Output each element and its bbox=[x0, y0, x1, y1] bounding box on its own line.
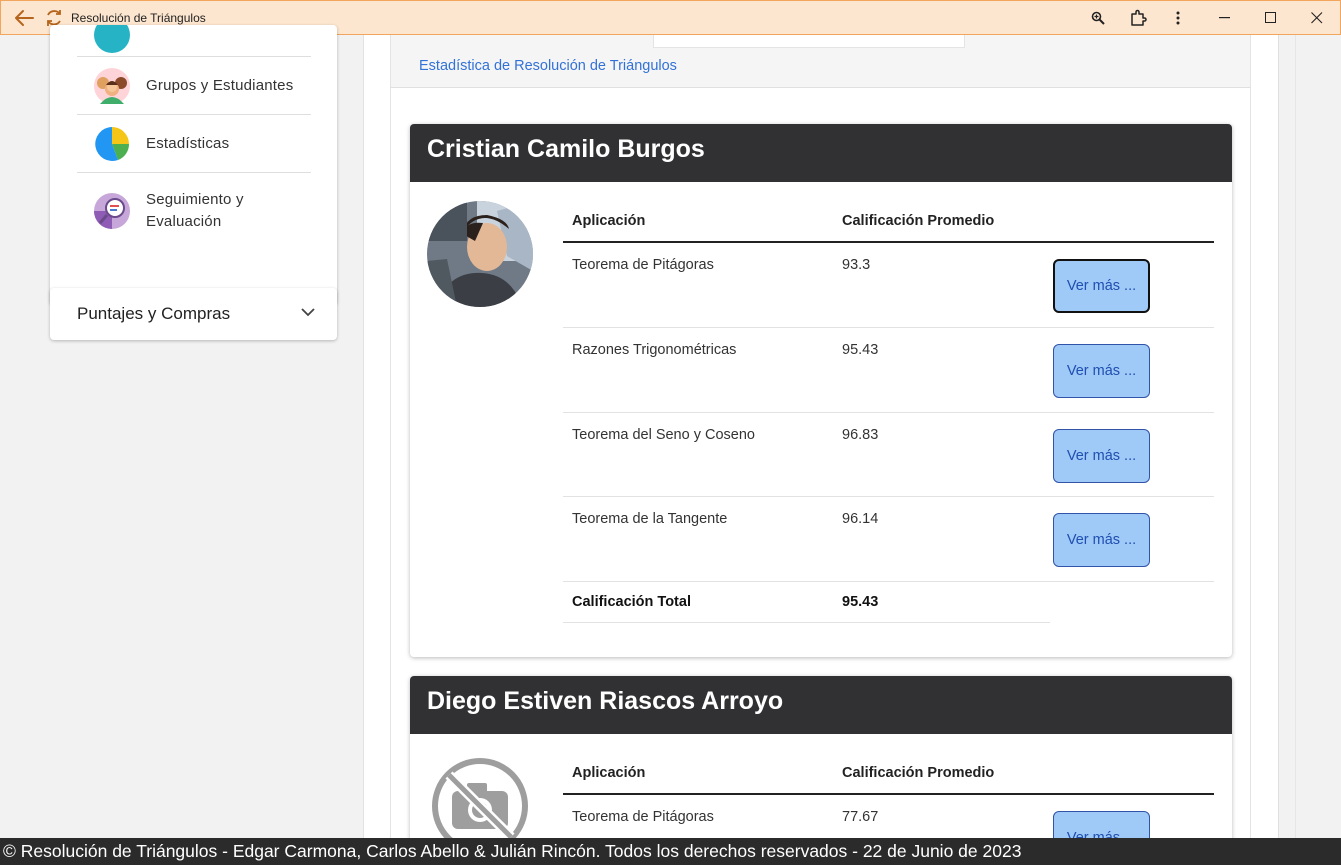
window-title: Resolución de Triángulos bbox=[71, 10, 206, 25]
header-application: Aplicación bbox=[563, 753, 833, 795]
student-photo bbox=[427, 201, 533, 307]
header-application: Aplicación bbox=[563, 201, 833, 243]
active-tab[interactable] bbox=[653, 35, 965, 48]
extensions-icon[interactable] bbox=[1118, 1, 1158, 34]
see-more-button[interactable]: Ver más ... bbox=[1053, 343, 1150, 398]
sidebar: Grupos y Estudiantes Estadísticas Seguim… bbox=[0, 25, 364, 838]
grade-value: 93.3 bbox=[833, 242, 1050, 328]
grade-value: 95.43 bbox=[833, 327, 1050, 413]
header-actions bbox=[1050, 201, 1214, 243]
total-value: 95.43 bbox=[833, 581, 1050, 623]
sidebar-item-statistics[interactable]: Estadísticas bbox=[77, 114, 311, 172]
student-name: Diego Estiven Riascos Arroyo bbox=[410, 676, 1232, 734]
evaluation-icon bbox=[94, 192, 130, 229]
see-more-button[interactable]: Ver más ... bbox=[1053, 428, 1150, 483]
partial-menu-icon bbox=[94, 25, 130, 53]
sidebar-item-label: Grupos y Estudiantes bbox=[146, 76, 294, 94]
zoom-icon[interactable] bbox=[1078, 1, 1118, 34]
sidebar-menu-card: Grupos y Estudiantes Estadísticas Seguim… bbox=[50, 25, 337, 305]
no-photo-icon bbox=[427, 753, 533, 838]
table-row: Razones Trigonométricas 95.43 Ver más ..… bbox=[563, 327, 1214, 413]
table-row: Teorema del Seno y Coseno 96.83 Ver más … bbox=[563, 412, 1214, 497]
pie-chart-icon bbox=[95, 126, 130, 161]
table-row: Teorema de la Tangente 96.14 Ver más ... bbox=[563, 496, 1214, 582]
total-label: Calificación Total bbox=[563, 581, 833, 623]
accordion-title: Puntajes y Compras bbox=[77, 304, 231, 323]
more-options-icon[interactable] bbox=[1158, 1, 1198, 34]
app-name: Teorema del Seno y Coseno bbox=[563, 412, 833, 497]
minimize-icon[interactable] bbox=[1202, 1, 1248, 34]
header-average-grade: Calificación Promedio bbox=[833, 753, 1050, 795]
header-average-grade: Calificación Promedio bbox=[833, 201, 1050, 243]
app-name: Teorema de la Tangente bbox=[563, 496, 833, 582]
footer-copyright: © Resolución de Triángulos - Edgar Carmo… bbox=[0, 838, 1341, 865]
grades-table: Aplicación Calificación Promedio Teorema… bbox=[563, 753, 1214, 838]
table-row: Teorema de Pitágoras 93.3 Ver más ... bbox=[563, 242, 1214, 328]
student-card: Diego Estiven Riascos Arroyo Aplicación … bbox=[410, 676, 1232, 838]
see-more-button[interactable]: Ver más ... bbox=[1053, 811, 1150, 838]
see-more-button[interactable]: Ver más ... bbox=[1053, 259, 1150, 313]
accordion-scores-purchases[interactable]: Puntajes y Compras bbox=[50, 288, 337, 340]
close-icon[interactable] bbox=[1294, 1, 1340, 34]
sidebar-item-label: Seguimiento y Evaluación bbox=[146, 190, 244, 230]
sidebar-item-tracking[interactable]: Seguimiento y Evaluación bbox=[77, 172, 311, 248]
grade-value: 96.14 bbox=[833, 496, 1050, 582]
header-actions bbox=[1050, 753, 1214, 795]
see-more-button[interactable]: Ver más ... bbox=[1053, 512, 1150, 567]
scrollbar[interactable] bbox=[1295, 35, 1341, 838]
app-name: Teorema de Pitágoras bbox=[563, 242, 833, 328]
total-row: Calificación Total 95.43 bbox=[563, 581, 1214, 623]
table-row: Teorema de Pitágoras 77.67 Ver más ... bbox=[563, 794, 1214, 838]
student-name: Cristian Camilo Burgos bbox=[410, 124, 1232, 182]
app-name: Teorema de Pitágoras bbox=[563, 794, 833, 838]
grades-table: Aplicación Calificación Promedio Teorema… bbox=[563, 201, 1214, 623]
app-name: Razones Trigonométricas bbox=[563, 327, 833, 413]
student-card: Cristian Camilo Burgos Aplicación Califi… bbox=[410, 124, 1232, 657]
page-gutter bbox=[1280, 35, 1341, 838]
grade-value: 77.67 bbox=[833, 794, 1050, 838]
grade-value: 96.83 bbox=[833, 412, 1050, 497]
maximize-icon[interactable] bbox=[1248, 1, 1294, 34]
main-content: Estadística de Resolución de Triángulos … bbox=[364, 35, 1279, 838]
back-arrow-icon[interactable] bbox=[9, 1, 39, 34]
tabs-strip: Estadística de Resolución de Triángulos bbox=[390, 35, 1251, 88]
chevron-down-icon bbox=[301, 308, 315, 317]
sidebar-item-groups[interactable]: Grupos y Estudiantes bbox=[77, 56, 311, 114]
statistics-tab-link[interactable]: Estadística de Resolución de Triángulos bbox=[419, 58, 677, 74]
students-group-icon bbox=[94, 67, 130, 104]
sidebar-item-label: Estadísticas bbox=[146, 134, 230, 152]
